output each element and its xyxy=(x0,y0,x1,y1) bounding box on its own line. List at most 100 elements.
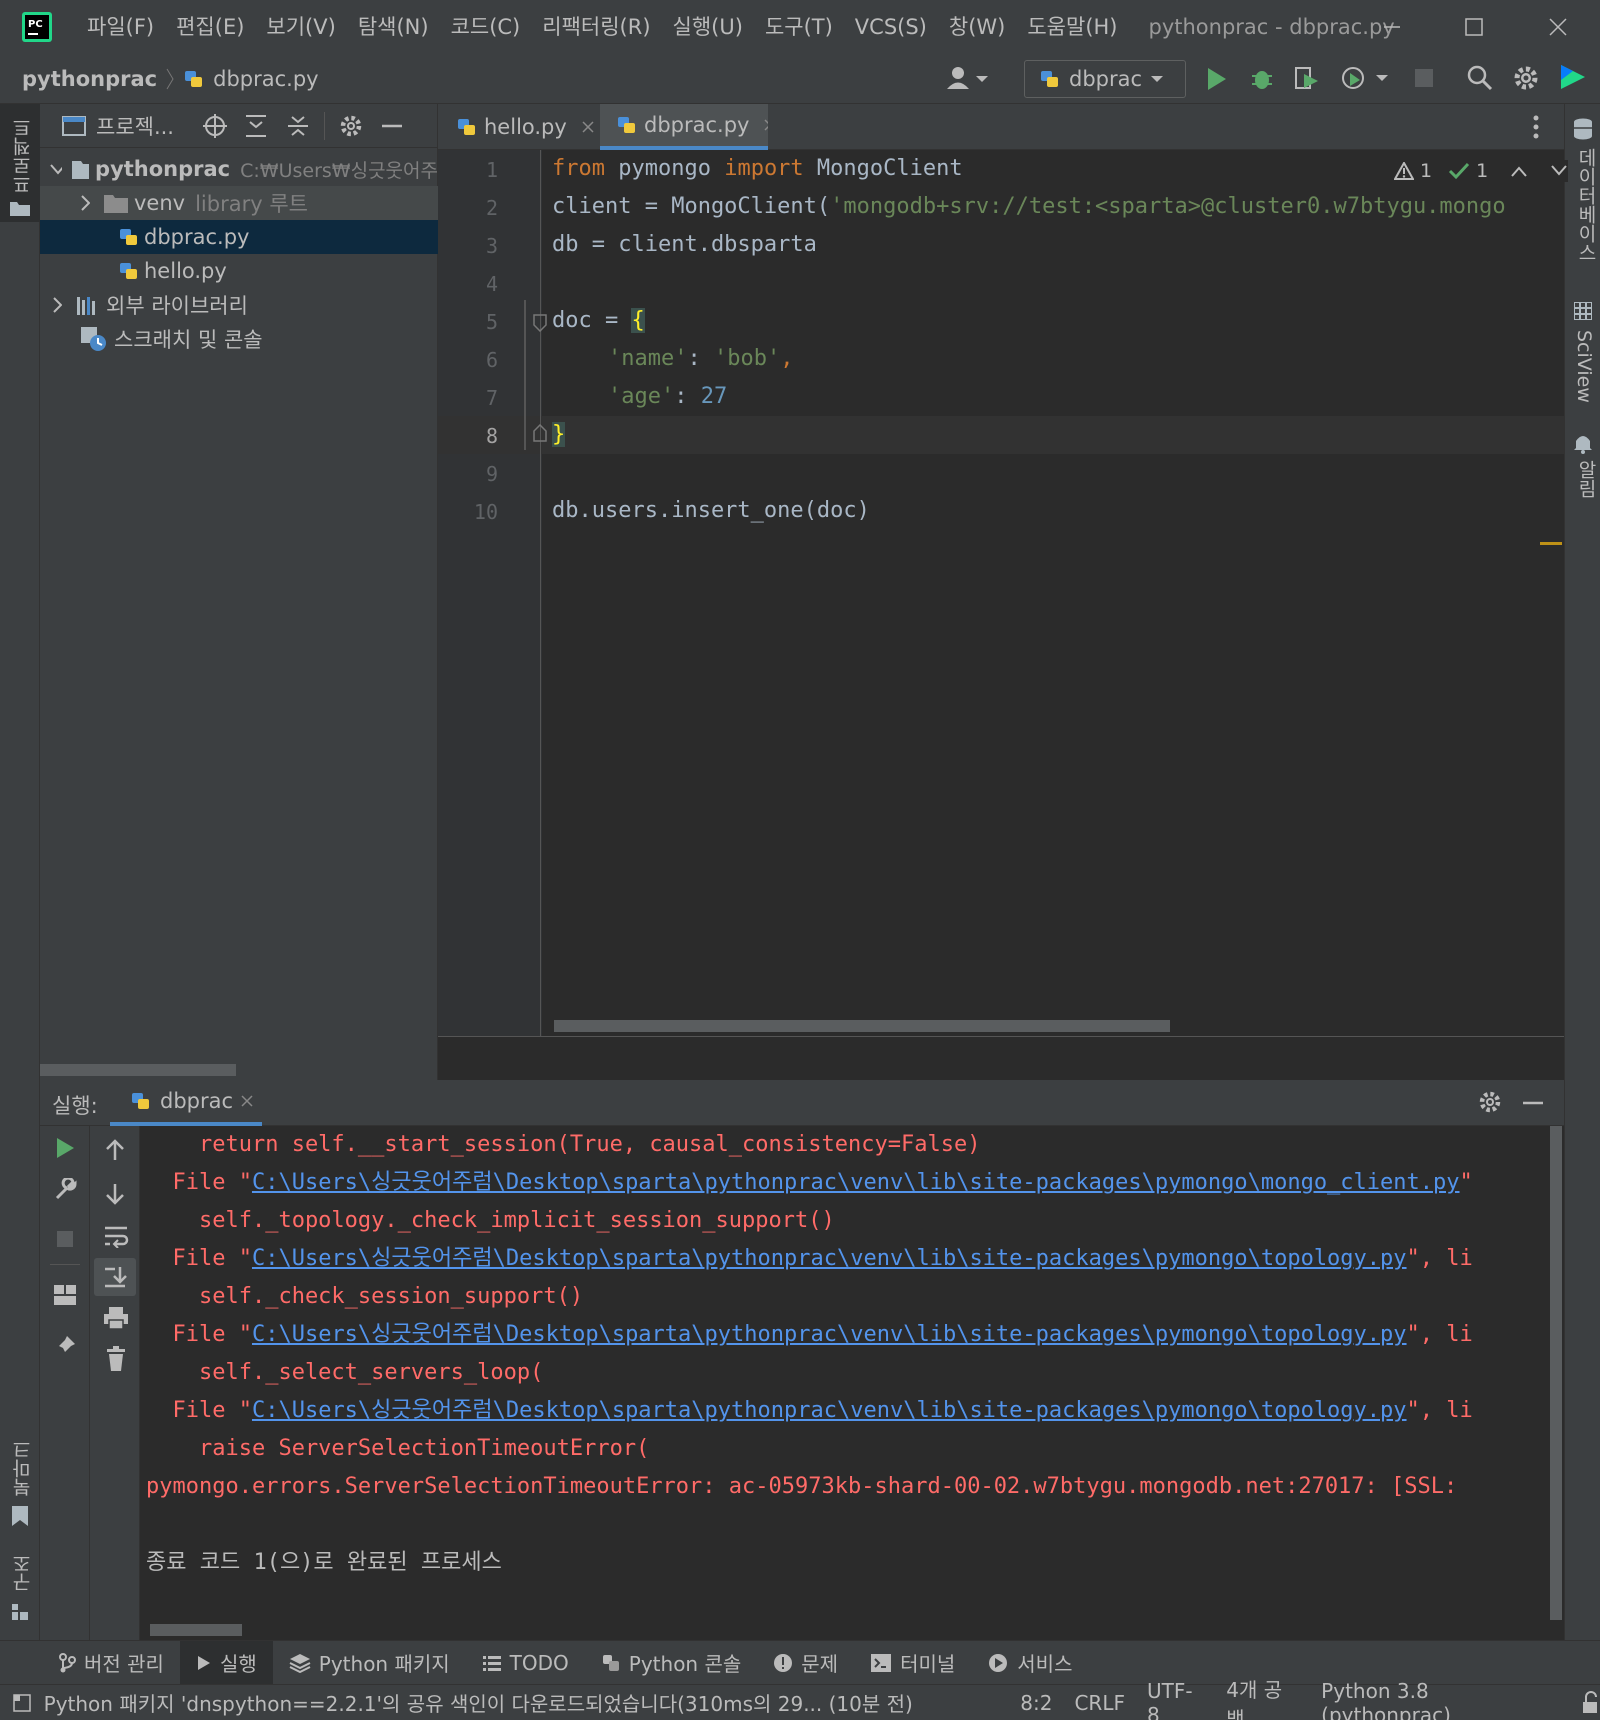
warning-stripe-marker[interactable] xyxy=(1540,542,1562,545)
unlock-icon[interactable] xyxy=(1580,1690,1600,1715)
panel-settings-gear-icon[interactable] xyxy=(339,114,363,138)
tree-item-dbprac[interactable]: dbprac.py xyxy=(40,220,438,254)
close-tab-icon[interactable] xyxy=(581,120,595,134)
code-line-5[interactable]: doc = { xyxy=(552,302,645,340)
file-encoding[interactable]: UTF-8 xyxy=(1147,1679,1204,1720)
code-line-2[interactable]: client = MongoClient('mongodb+srv://test… xyxy=(552,188,1562,226)
project-panel-title[interactable]: 프로젝... xyxy=(96,111,174,141)
line-number[interactable]: 9 xyxy=(438,462,498,486)
print-icon[interactable] xyxy=(103,1306,129,1330)
tree-item-venv[interactable]: venv library 루트 xyxy=(40,186,438,220)
trash-icon[interactable] xyxy=(105,1346,127,1372)
wrench-icon[interactable] xyxy=(53,1178,77,1202)
coverage-icon[interactable] xyxy=(1292,64,1320,92)
rerun-icon[interactable] xyxy=(54,1136,76,1160)
line-number[interactable]: 4 xyxy=(438,272,498,296)
jetbrains-toolbox-icon[interactable] xyxy=(1558,62,1588,92)
menu-item[interactable]: 창(W) xyxy=(938,0,1016,54)
bookmarks-tool-tab[interactable]: 북마크 xyxy=(0,1434,40,1526)
close-tab-icon[interactable] xyxy=(763,118,768,132)
line-number[interactable]: 6 xyxy=(438,348,498,372)
tab-dbprac-py[interactable]: dbprac.py xyxy=(600,104,768,150)
menu-item[interactable]: 파일(F) xyxy=(76,0,165,54)
inspections-widget[interactable]: 1 1 xyxy=(1386,160,1569,182)
line-number[interactable]: 2 xyxy=(438,196,498,220)
fold-icon[interactable] xyxy=(533,314,547,332)
tool-window-todo[interactable]: TODO xyxy=(466,1641,585,1685)
indent-setting[interactable]: 4개 공백 xyxy=(1226,1674,1299,1720)
hide-panel-icon[interactable] xyxy=(381,115,403,137)
line-number[interactable]: 1 xyxy=(438,158,498,182)
database-tool-tab[interactable]: 데이터베이스 xyxy=(1573,148,1600,262)
tool-window-run[interactable]: 실행 xyxy=(179,1640,273,1685)
menu-item[interactable]: 탐색(N) xyxy=(347,0,440,54)
sciview-tool-tab[interactable]: SciView xyxy=(1573,330,1595,403)
tree-root-pythonprac[interactable]: pythonprac C:₩Users₩싱긋웃어주 xyxy=(40,152,438,186)
menu-item[interactable]: VCS(S) xyxy=(844,0,938,54)
console-horizontal-scrollbar[interactable] xyxy=(150,1624,242,1636)
run-icon[interactable] xyxy=(1204,66,1230,92)
menu-item[interactable]: 코드(C) xyxy=(440,0,532,54)
settings-gear-icon[interactable] xyxy=(1512,64,1540,92)
traceback-file-link[interactable]: C:\Users\싱긋웃어주럼\Desktop\sparta\pythonpra… xyxy=(252,1398,1407,1423)
up-arrow-icon[interactable] xyxy=(104,1138,126,1162)
menu-item[interactable]: 실행(U) xyxy=(662,0,754,54)
tool-window-services[interactable]: 서비스 xyxy=(971,1641,1088,1685)
layout-icon[interactable] xyxy=(53,1284,77,1306)
search-icon[interactable] xyxy=(1466,64,1494,92)
code-line-1[interactable]: from pymongo import MongoClient xyxy=(552,150,963,188)
console-vertical-scrollbar[interactable] xyxy=(1550,1126,1562,1620)
python-interpreter[interactable]: Python 3.8 (pythonprac) xyxy=(1321,1679,1560,1720)
minimize-button[interactable] xyxy=(1352,0,1432,54)
debug-icon[interactable] xyxy=(1248,64,1276,92)
more-options-icon[interactable] xyxy=(1532,114,1540,140)
stop-icon[interactable] xyxy=(1412,66,1436,90)
stop-icon[interactable] xyxy=(54,1228,76,1250)
tool-window-python-packages[interactable]: Python 패키지 xyxy=(273,1641,466,1685)
structure-tool-tab[interactable]: 구조 xyxy=(0,1544,40,1624)
tree-item-hello[interactable]: hello.py xyxy=(40,254,438,288)
line-number[interactable]: 8 xyxy=(438,424,498,448)
soft-wrap-icon[interactable] xyxy=(103,1224,129,1248)
breadcrumb-project[interactable]: pythonprac xyxy=(22,67,157,91)
line-number[interactable]: 3 xyxy=(438,234,498,258)
code-line-3[interactable]: db = client.dbsparta xyxy=(552,226,817,264)
breadcrumb-file[interactable]: dbprac.py xyxy=(213,67,318,91)
line-number[interactable]: 10 xyxy=(438,500,498,524)
line-separator[interactable]: CRLF xyxy=(1074,1691,1125,1715)
run-tab-dbprac[interactable]: dbprac xyxy=(110,1080,262,1126)
pin-icon[interactable] xyxy=(53,1334,77,1358)
menu-item[interactable]: 리팩터링(R) xyxy=(531,0,661,54)
line-number[interactable]: 7 xyxy=(438,386,498,410)
editor-horizontal-scrollbar[interactable] xyxy=(554,1020,1170,1032)
tool-window-problems[interactable]: 문제 xyxy=(757,1641,854,1685)
close-window-button[interactable] xyxy=(1518,0,1598,54)
tool-window-version-control[interactable]: 버전 관리 xyxy=(42,1641,180,1685)
status-message[interactable]: Python 패키지 'dnspython==2.2.1'의 공유 색인이 다운… xyxy=(44,1688,987,1717)
traceback-file-link[interactable]: C:\Users\싱긋웃어주럼\Desktop\sparta\pythonpra… xyxy=(252,1246,1407,1271)
run-console-output[interactable]: return self.__start_session(True, causal… xyxy=(140,1126,1564,1640)
traceback-file-link[interactable]: C:\Users\싱긋웃어주럼\Desktop\sparta\pythonpra… xyxy=(252,1322,1407,1347)
pycharm-logo-icon[interactable]: PC xyxy=(22,12,52,42)
close-tab-icon[interactable] xyxy=(241,1095,253,1107)
horizontal-scrollbar[interactable] xyxy=(40,1064,236,1076)
locate-file-icon[interactable] xyxy=(202,113,228,139)
expand-all-icon[interactable] xyxy=(244,113,268,139)
menu-item[interactable]: 도움말(H) xyxy=(1016,0,1128,54)
code-line-8[interactable]: } xyxy=(552,416,566,454)
run-config-selector[interactable]: dbprac xyxy=(1024,60,1186,98)
tool-window-terminal[interactable]: 터미널 xyxy=(854,1641,971,1685)
notifications-tool-tab[interactable]: 알림 xyxy=(1573,460,1600,498)
previous-highlight-icon[interactable] xyxy=(1510,164,1528,178)
toggle-tool-windows-icon[interactable] xyxy=(12,1693,32,1713)
user-icon[interactable] xyxy=(944,64,988,94)
maximize-button[interactable] xyxy=(1434,0,1514,54)
collapse-all-icon[interactable] xyxy=(286,113,310,139)
menu-item[interactable]: 도구(T) xyxy=(754,0,844,54)
code-line-10[interactable]: db.users.insert_one(doc) xyxy=(552,492,870,530)
menu-item[interactable]: 보기(V) xyxy=(255,0,346,54)
scroll-to-end-toggle[interactable] xyxy=(94,1258,136,1296)
profile-icon[interactable] xyxy=(1340,64,1392,92)
fold-end-icon[interactable] xyxy=(533,424,547,442)
code-line-7[interactable]: 'age': 27 xyxy=(608,378,727,416)
